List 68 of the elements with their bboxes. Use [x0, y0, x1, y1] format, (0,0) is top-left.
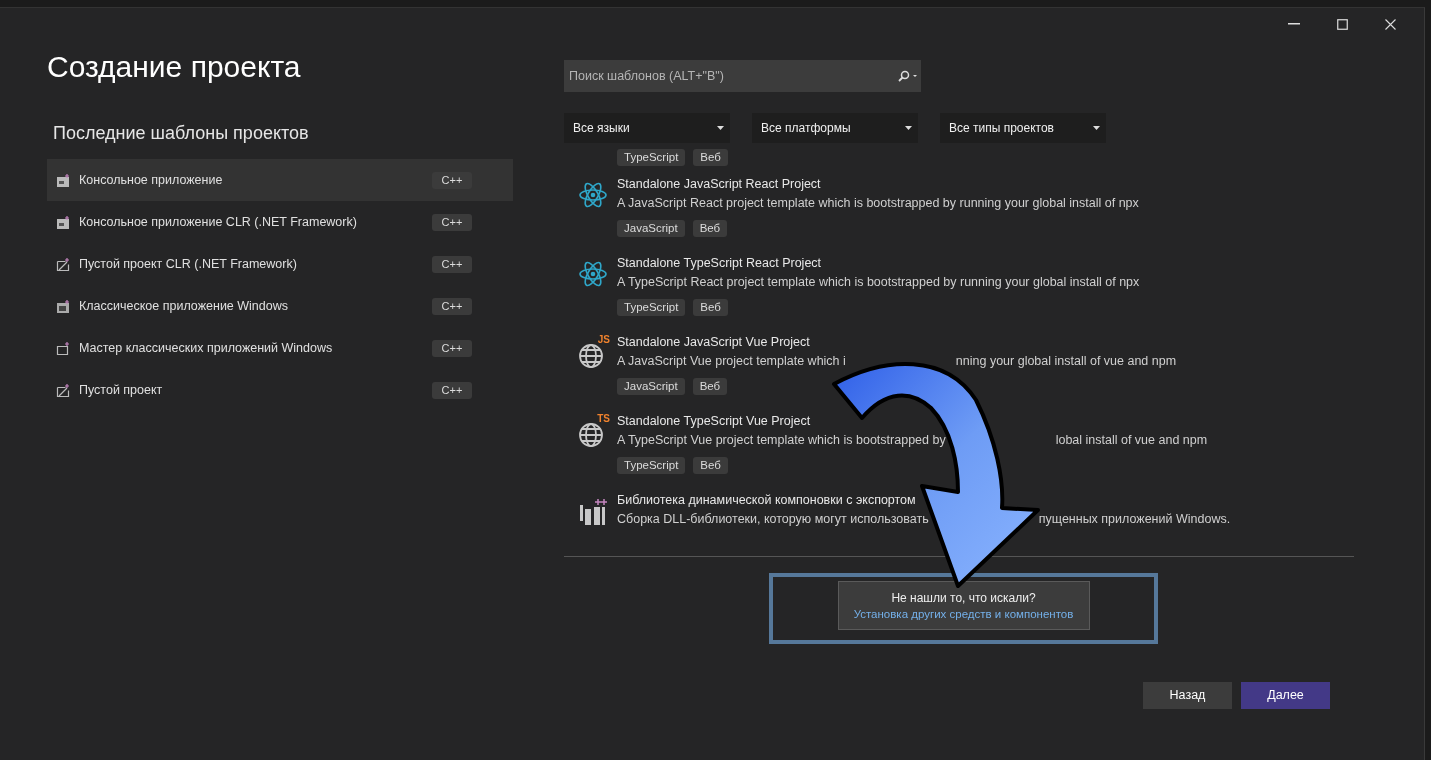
close-icon — [1384, 18, 1396, 30]
caret-icon — [1093, 126, 1100, 130]
template-name: Классическое приложение Windows — [79, 297, 289, 315]
language-tag: C++ — [432, 339, 472, 357]
tag: TypeScript — [617, 299, 686, 316]
template-title: Standalone JavaScript React Project — [617, 176, 821, 193]
template-item[interactable]: TS Standalone TypeScript Vue Project A TypeScript Vue project template which is bootstrapped by lobal install of vue and npm TypeScript Веб — [564, 406, 1355, 485]
search-field[interactable]: Поиск шаблонов (ALT+"В") — [564, 60, 921, 92]
tag: Веб — [692, 378, 728, 395]
install-link[interactable]: Установка других средств и компонентов — [853, 605, 1074, 622]
template-icon — [56, 382, 70, 398]
language-tag: C++ — [432, 381, 472, 399]
window-title: Создание проекта — [47, 52, 302, 85]
template-icon — [56, 172, 70, 188]
template-name: Пустой проект — [79, 381, 164, 399]
tag: Веб — [692, 220, 728, 237]
template-icon — [56, 214, 70, 230]
search-icon — [898, 70, 918, 82]
template-item[interactable]: Библиотека динамической компоновки с экспортом Сборка DLL-библиотеки, которую могут использовать пущенных приложений Windows. — [564, 485, 1355, 564]
template-item[interactable]: Standalone JavaScript React Project A JavaScript React project template which is bootstrapped by running your global install of npx JavaScript Веб — [564, 169, 1355, 248]
template-title: Standalone TypeScript Vue Project — [617, 413, 811, 430]
template-description: lobal install of vue and npm — [1055, 432, 1208, 449]
caret-icon — [905, 126, 912, 130]
tag: JavaScript — [617, 378, 685, 395]
template-name: Консольное приложение CLR (.NET Framework) — [79, 213, 358, 231]
template-description: A TypeScript Vue project template which is bootstrapped by — [617, 432, 946, 449]
template-description: A TypeScript React project template which is bootstrapped by running your global install of npx — [617, 274, 1140, 291]
template-item[interactable]: TypeScript Веб — [564, 149, 1355, 169]
language-tag: C++ — [432, 255, 472, 273]
language-tag: C++ — [432, 297, 472, 315]
tag: Веб — [693, 457, 728, 474]
filter-dropdown[interactable]: Все языки — [564, 113, 730, 143]
tag: JavaScript — [617, 220, 685, 237]
minimize-icon — [1288, 23, 1300, 25]
language-tag: C++ — [432, 171, 472, 189]
template-name: Пустой проект CLR (.NET Framework) — [79, 255, 298, 273]
template-description: A JavaScript Vue project template which i — [617, 353, 846, 370]
template-name: Мастер классических приложений Windows — [79, 339, 334, 357]
atom-icon — [578, 260, 608, 288]
template-item[interactable]: Standalone TypeScript React Project A TypeScript React project template which is bootstrapped by running your global install of npx TypeScript Веб — [564, 248, 1355, 327]
library-icon — [578, 497, 608, 527]
template-title: Standalone TypeScript React Project — [617, 255, 822, 272]
tag: Веб — [693, 149, 728, 166]
atom-icon — [578, 181, 608, 209]
help-question: Не нашли то, что искали? — [891, 589, 1036, 606]
tag: TypeScript — [617, 457, 686, 474]
tag: TypeScript — [617, 149, 686, 166]
template-name: Консольное приложение — [79, 171, 224, 189]
template-icon — [56, 340, 70, 356]
template-title: Standalone JavaScript Vue Project — [617, 334, 810, 351]
section-heading: Последние шаблоны проектов — [53, 124, 310, 142]
template-description: nning your global install of vue and npm — [955, 353, 1177, 370]
template-description: A JavaScript React project template which is bootstrapped by running your global install of npx — [617, 195, 1139, 212]
filter-dropdown[interactable]: Все типы проектов — [940, 113, 1106, 143]
language-tag: C++ — [432, 213, 472, 231]
template-title: Библиотека динамической компоновки с экспортом — [617, 492, 916, 509]
tag: Веб — [693, 299, 728, 316]
template-description: пущенных приложений Windows. — [1038, 511, 1231, 528]
template-icon — [56, 298, 70, 314]
template-item[interactable]: JS Standalone JavaScript Vue Project A JavaScript Vue project template which i nning your global install of vue and npm JavaScript Веб — [564, 327, 1355, 406]
back-button[interactable]: Назад — [1143, 682, 1232, 709]
maximize-icon — [1336, 18, 1348, 30]
recent-template-item[interactable]: Консольное приложение C++ — [47, 159, 513, 201]
filter-dropdown[interactable]: Все платформы — [752, 113, 918, 143]
template-description: Сборка DLL-библиотеки, которую могут использовать — [617, 511, 929, 528]
next-button[interactable]: Далее — [1241, 682, 1330, 709]
template-icon — [56, 256, 70, 272]
caret-icon — [717, 126, 724, 130]
